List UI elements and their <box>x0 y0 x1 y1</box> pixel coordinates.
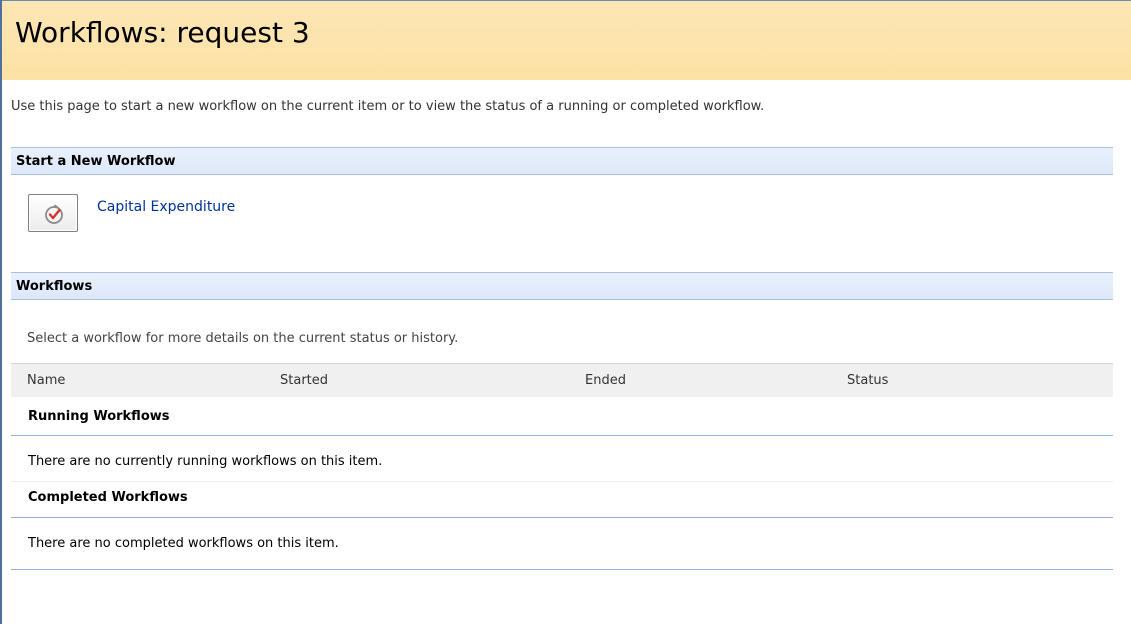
workflows-instructions: Select a workflow for more details on th… <box>27 331 459 346</box>
running-workflows-empty-message: There are no currently running workflows… <box>28 454 383 469</box>
row-divider <box>11 481 1113 482</box>
workflow-list-header: Name Started Ended Status <box>11 363 1113 397</box>
workflow-check-icon <box>45 204 63 224</box>
page-title: Workflows: request 3 <box>15 16 310 49</box>
workflows-header: Workflows <box>11 272 1113 300</box>
column-ended[interactable]: Ended <box>585 373 626 389</box>
capital-expenditure-workflow-link[interactable]: Capital Expenditure <box>97 198 235 216</box>
column-status[interactable]: Status <box>847 373 888 389</box>
completed-workflows-title: Completed Workflows <box>28 490 188 505</box>
running-workflows-title: Running Workflows <box>28 409 170 424</box>
page-header: Workflows: request 3 <box>2 0 1131 80</box>
workflows-title: Workflows <box>16 279 93 294</box>
completed-workflows-divider <box>11 517 1113 518</box>
capital-expenditure-workflow-button[interactable] <box>28 194 78 232</box>
start-new-workflow-header: Start a New Workflow <box>11 147 1113 175</box>
column-started[interactable]: Started <box>280 373 328 389</box>
start-new-workflow-title: Start a New Workflow <box>16 154 176 169</box>
running-workflows-divider <box>11 435 1113 436</box>
list-bottom-divider <box>11 569 1113 570</box>
completed-workflows-empty-message: There are no completed workflows on this… <box>28 536 339 551</box>
page-description: Use this page to start a new workflow on… <box>11 99 765 114</box>
window-left-border <box>0 0 2 624</box>
column-name[interactable]: Name <box>27 373 65 389</box>
